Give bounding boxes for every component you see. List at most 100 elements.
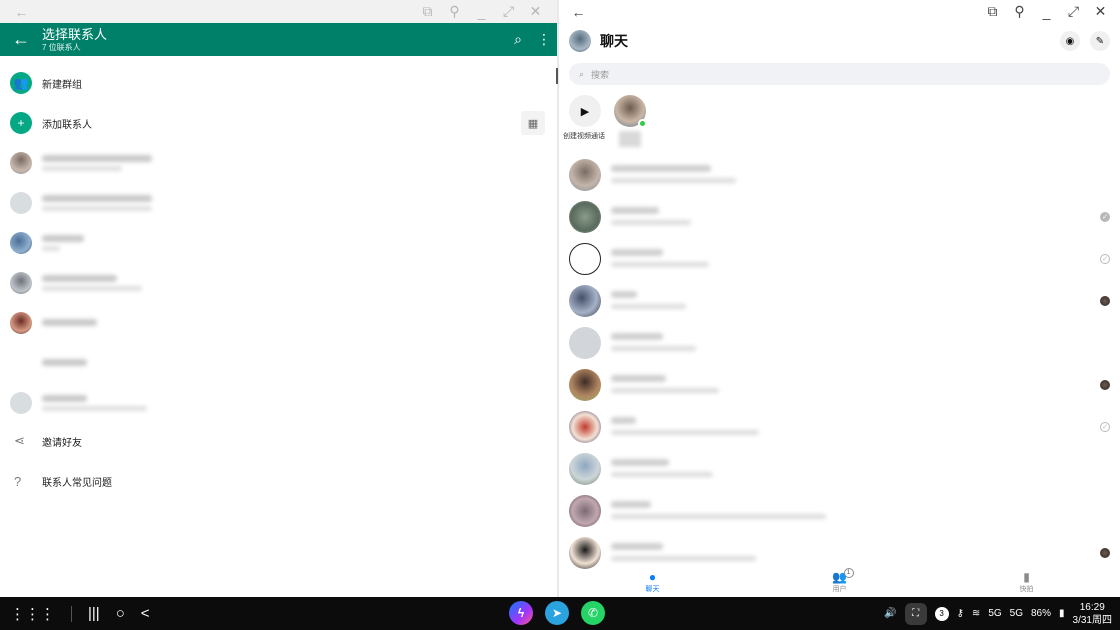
app-drawer-icon[interactable]: ⋮⋮⋮: [10, 605, 55, 623]
contact-row[interactable]: [0, 224, 557, 262]
stories-row: ▶ 创建视频通话: [559, 95, 1120, 151]
avatar: [10, 272, 32, 294]
window-pin-icon[interactable]: ⚲: [1006, 3, 1033, 20]
search-placeholder: 搜索: [591, 69, 610, 80]
conversation-item[interactable]: [559, 322, 1120, 364]
contact-row[interactable]: [0, 144, 557, 182]
contact-row[interactable]: [0, 344, 557, 382]
search-icon[interactable]: ⌕: [505, 31, 531, 48]
camera-icon[interactable]: ◉: [1060, 31, 1080, 51]
whatsapp-icon[interactable]: ✆: [581, 601, 605, 625]
online-indicator: [638, 119, 647, 128]
add-contact-label: 添加联系人: [42, 119, 92, 131]
conversation-item[interactable]: [559, 154, 1120, 196]
vpn-key-icon: ⚷: [956, 608, 964, 619]
avatar: [569, 411, 601, 443]
window-minimize-icon[interactable]: _: [1033, 4, 1060, 20]
clock[interactable]: 16:29 3/31周四: [1073, 601, 1112, 627]
avatar: [569, 327, 601, 359]
window-close-icon[interactable]: ✕: [522, 3, 549, 20]
tab-stories[interactable]: ▮ 快拍: [933, 567, 1120, 597]
sent-receipt-icon: ✓: [1100, 254, 1110, 264]
conversation-item[interactable]: [559, 490, 1120, 532]
signal-5g-1: 5G: [988, 608, 1002, 619]
window-pin-icon[interactable]: ⚲: [441, 3, 468, 20]
home-icon[interactable]: ○: [116, 605, 125, 622]
back-arrow-icon[interactable]: ←: [0, 29, 42, 50]
back-icon[interactable]: <: [141, 605, 150, 622]
tab-chats[interactable]: ● 聊天: [559, 567, 746, 597]
avatar: [569, 285, 601, 317]
pinned-apps: ϟ ➤ ✆: [509, 601, 605, 625]
contacts-help-row[interactable]: ? 联系人常见问题: [0, 462, 557, 500]
compose-icon[interactable]: ✎: [1090, 31, 1110, 51]
window-close-icon[interactable]: ✕: [1087, 3, 1114, 20]
messenger-header: 聊天 ◉ ✎: [559, 23, 1120, 59]
people-badge: 1: [843, 568, 854, 578]
qr-code-icon[interactable]: ▦: [521, 111, 545, 135]
conversation-item[interactable]: [559, 448, 1120, 490]
avatar: [10, 192, 32, 214]
avatar: [10, 392, 32, 414]
tab-chats-label: 聊天: [645, 585, 660, 593]
contacts-help-label: 联系人常见问题: [42, 477, 112, 489]
window-back-icon[interactable]: ←: [8, 4, 35, 20]
avatar: [569, 243, 601, 275]
messenger-icon[interactable]: ϟ: [509, 601, 533, 625]
avatar: [10, 232, 32, 254]
tab-stories-label: 快拍: [1019, 585, 1034, 593]
search-icon: ⌕: [579, 68, 585, 79]
whatsapp-header: ← 选择联系人 7 位联系人 ⌕ ⋮: [0, 23, 557, 56]
add-contact-row[interactable]: + 添加联系人 ▦: [0, 104, 557, 142]
window-minimize-icon[interactable]: _: [468, 4, 495, 20]
clock-date: 3/31周四: [1072, 614, 1112, 626]
video-call-icon[interactable]: ▶: [569, 95, 601, 127]
recent-apps-icon[interactable]: |||: [88, 605, 100, 622]
conversation-item[interactable]: [559, 280, 1120, 322]
window-split-icon[interactable]: ⧉: [979, 3, 1006, 20]
window-split-icon[interactable]: ⧉: [414, 3, 441, 20]
battery-level: 86%: [1031, 608, 1052, 619]
more-options-icon[interactable]: ⋮: [531, 31, 557, 48]
system-taskbar: ⋮⋮⋮ ||| ○ < ϟ ➤ ✆ 🔊 ⛶ 3 ⚷ ≋ 5G 5G 86% ▮ …: [0, 597, 1120, 630]
invite-friends-row[interactable]: ⋖ 邀请好友: [0, 422, 557, 460]
tab-people[interactable]: 👥 1 用户: [746, 567, 933, 597]
window-maximize-icon[interactable]: ⤢: [1060, 3, 1087, 20]
battery-icon: ▮: [1059, 608, 1065, 619]
signal-5g-2: 5G: [1009, 608, 1023, 619]
bottom-tab-bar: ● 聊天 👥 1 用户 ▮ 快拍: [559, 567, 1120, 597]
sent-receipt-icon: ✓: [1100, 422, 1110, 432]
page-title: 聊天: [600, 33, 628, 49]
contact-row[interactable]: [0, 304, 557, 342]
seen-avatar: [1100, 548, 1110, 558]
window-maximize-icon[interactable]: ⤢: [495, 3, 522, 20]
avatar: [569, 537, 601, 569]
chat-bubble-icon: ●: [648, 569, 657, 584]
conversation-item[interactable]: [559, 364, 1120, 406]
tab-people-label: 用户: [832, 585, 847, 593]
divider-handle[interactable]: [556, 68, 558, 84]
notification-count[interactable]: 3: [934, 606, 949, 621]
stories-icon: ▮: [1023, 569, 1030, 584]
new-group-row[interactable]: 👥 新建群组: [0, 64, 557, 102]
profile-avatar[interactable]: [569, 30, 591, 52]
contact-row[interactable]: [0, 184, 557, 222]
clock-time: 16:29: [1079, 601, 1105, 613]
conversation-item[interactable]: ✓: [559, 238, 1120, 280]
conversation-item[interactable]: ✓: [559, 406, 1120, 448]
conversation-item[interactable]: ✓: [559, 196, 1120, 238]
whatsapp-window: ← ⧉ ⚲ _ ⤢ ✕ ← 选择联系人 7 位联系人 ⌕ ⋮ 👥 新建群组 +: [0, 0, 557, 597]
contact-row[interactable]: [0, 384, 557, 422]
avatar: [569, 159, 601, 191]
volume-icon[interactable]: 🔊: [884, 608, 896, 619]
search-input[interactable]: ⌕ 搜索: [569, 63, 1110, 85]
screenshot-icon[interactable]: ⛶: [904, 602, 927, 625]
avatar: [569, 369, 601, 401]
window-back-icon[interactable]: ←: [565, 4, 592, 20]
messenger-window-titlebar: ← ⧉ ⚲ _ ⤢ ✕: [559, 0, 1120, 23]
create-video-call-label: 创建视频通话: [563, 133, 605, 140]
telegram-icon[interactable]: ➤: [545, 601, 569, 625]
contact-row[interactable]: [0, 264, 557, 302]
avatar: [10, 312, 32, 334]
invite-friends-label: 邀请好友: [42, 437, 82, 449]
